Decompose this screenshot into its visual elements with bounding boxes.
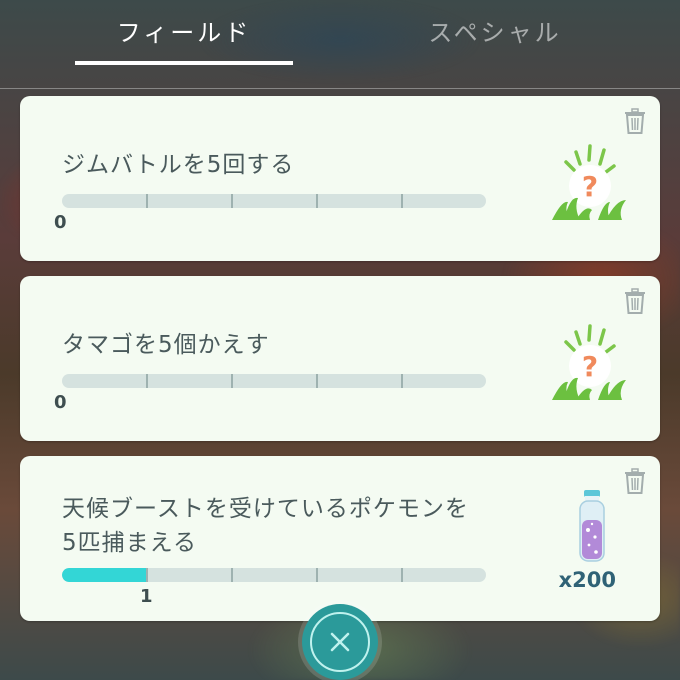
progress-count: 1 <box>140 586 153 607</box>
tab-divider <box>0 88 680 89</box>
progress-count: 0 <box>54 212 67 233</box>
quest-title-line: 5匹捕まえる <box>62 530 197 556</box>
trash-icon[interactable] <box>624 288 646 314</box>
quest-title: ジムバトルを5回する <box>62 152 295 178</box>
trash-icon[interactable] <box>624 108 646 134</box>
svg-text:?: ? <box>582 170 598 203</box>
active-tab-indicator <box>75 61 293 65</box>
progress-segment-divider <box>316 374 318 388</box>
tab-special[interactable]: スペシャル <box>400 12 590 48</box>
progress-segment-divider <box>146 194 148 208</box>
close-button[interactable] <box>302 604 378 680</box>
close-icon <box>330 632 350 652</box>
reward-quantity: x200 <box>558 568 616 592</box>
svg-text:?: ? <box>582 350 598 383</box>
progress-segment-divider <box>231 568 233 582</box>
progress-segment-divider <box>401 568 403 582</box>
progress-fill <box>62 568 147 582</box>
progress-bar <box>62 194 486 208</box>
quest-title: 天候ブーストを受けているポケモンを 5匹捕まえる <box>62 492 469 560</box>
progress-segment-divider <box>401 374 403 388</box>
progress-segment-divider <box>146 374 148 388</box>
quest-title: タマゴを5個かえす <box>62 332 270 358</box>
progress-bar <box>62 568 486 582</box>
trash-icon[interactable] <box>624 468 646 494</box>
close-button-ring <box>310 612 370 672</box>
quest-title-line: 天候ブーストを受けているポケモンを <box>62 496 469 522</box>
progress-segment-divider <box>401 194 403 208</box>
stardust-icon <box>579 490 605 562</box>
progress-segment-divider <box>146 568 148 582</box>
encounter-grass-question-icon: ? <box>552 324 626 400</box>
quest-card[interactable]: タマゴを5個かえす 0 ? <box>20 276 660 441</box>
encounter-grass-question-icon: ? <box>552 144 626 220</box>
progress-segment-divider <box>316 194 318 208</box>
progress-count: 0 <box>54 392 67 413</box>
tab-field[interactable]: フィールド <box>75 12 293 48</box>
quest-card[interactable]: 天候ブーストを受けているポケモンを 5匹捕まえる 1 x200 <box>20 456 660 621</box>
tab-bar: フィールド スペシャル <box>0 0 680 80</box>
progress-segment-divider <box>231 374 233 388</box>
progress-segment-divider <box>231 194 233 208</box>
progress-segment-divider <box>316 568 318 582</box>
progress-bar <box>62 374 486 388</box>
quest-card[interactable]: ジムバトルを5回する 0 ? <box>20 96 660 261</box>
